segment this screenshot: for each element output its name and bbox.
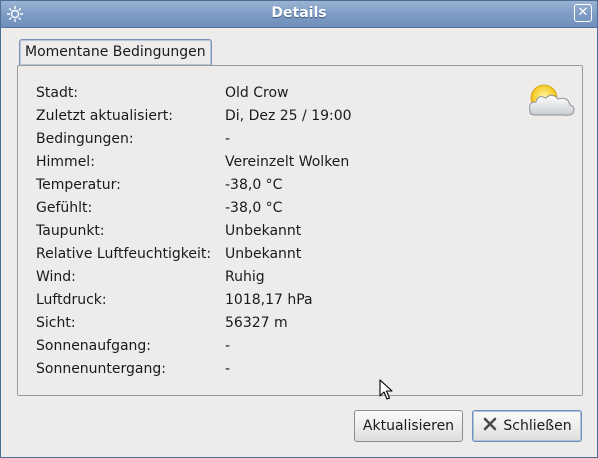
details-window: Details ✕ Momentane Bedingungen Stadt: O… [0,0,598,458]
partly-cloudy-icon [529,84,575,116]
detail-value: Ruhig [225,269,265,285]
detail-label: Sicht: [36,315,76,331]
detail-label: Sonnenaufgang: [36,338,152,354]
close-button-label: Schließen [503,418,572,434]
detail-label: Zuletzt aktualisiert: [36,108,173,124]
detail-value: -38,0 °C [225,200,283,216]
detail-label: Stadt: [36,85,79,101]
detail-value: Di, Dez 25 / 19:00 [225,108,352,124]
detail-label: Wind: [36,269,76,285]
detail-value: - [225,131,231,147]
detail-value: -38,0 °C [225,177,283,193]
close-button[interactable]: Schließen [472,410,582,442]
detail-label: Himmel: [36,154,95,170]
detail-value: Unbekannt [225,223,302,239]
title-bar[interactable]: Details ✕ [1,1,597,28]
detail-value: - [225,361,231,377]
close-icon[interactable]: ✕ [574,4,592,22]
detail-value: Old Crow [225,85,289,101]
detail-label: Bedingungen: [36,131,134,147]
detail-label: Luftdruck: [36,292,107,308]
detail-label: Relative Luftfeuchtigkeit: [36,246,212,262]
window-title: Details [271,5,327,21]
detail-value: - [225,338,231,354]
mouse-pointer-icon [379,379,393,400]
tab-current-conditions[interactable]: Momentane Bedingungen [19,39,212,65]
detail-value: Vereinzelt Wolken [225,154,350,170]
close-x-icon [484,417,497,431]
refresh-button[interactable]: Aktualisieren [354,410,463,442]
detail-label: Sonnenuntergang: [36,361,166,377]
detail-value: Unbekannt [225,246,302,262]
conditions-panel: Stadt: Old Crow Zuletzt aktualisiert: Di… [17,65,583,396]
detail-label: Temperatur: [36,177,121,193]
detail-value: 1018,17 hPa [225,292,313,308]
detail-label: Taupunkt: [36,223,105,239]
detail-value: 56327 m [225,315,288,331]
detail-label: Gefühlt: [36,200,93,216]
